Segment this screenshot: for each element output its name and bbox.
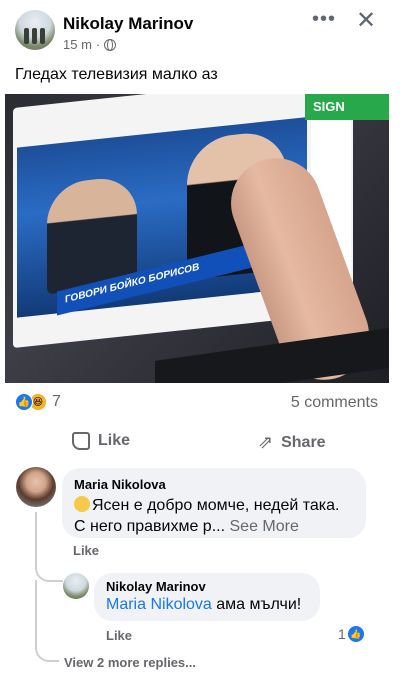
comment-like-button[interactable]: Like <box>73 543 99 558</box>
globe-icon <box>104 38 117 51</box>
more-options-icon[interactable]: ••• <box>312 8 336 31</box>
post-photo[interactable]: ГОВОРИ БОЙКО БОРИСОВ SIGN <box>5 94 389 383</box>
reply-author[interactable]: Nikolay Marinov <box>106 579 308 594</box>
share-button[interactable]: ⇗ Share <box>258 432 326 453</box>
author-avatar[interactable] <box>15 10 55 50</box>
reaction-count: 7 <box>52 393 61 410</box>
like-label: Like <box>98 432 131 449</box>
thread-connector <box>35 512 63 582</box>
post-text: Гледах телевизия малко аз <box>15 66 218 83</box>
thread-connector-lower <box>35 580 59 662</box>
post-header: Nikolay Marinov 15 m · ••• ✕ <box>0 0 400 62</box>
like-button[interactable]: Like <box>72 432 130 450</box>
reactions-summary[interactable]: 👍 😆 7 <box>15 393 61 411</box>
comment-text: Ясен е добро момче, недей така. С него п… <box>74 495 354 537</box>
post-meta: 15 m · <box>63 37 117 52</box>
like-reaction-icon: 👍 <box>15 393 33 411</box>
author-name[interactable]: Nikolay Marinov <box>63 14 193 34</box>
reply-text: Maria Nikolova ама мълчи! <box>106 596 308 614</box>
keyboard-shape <box>155 327 389 383</box>
smirk-emoji-icon <box>74 496 90 512</box>
reply-mention[interactable]: Maria Nikolova <box>106 596 212 613</box>
comment-body: Ясен е добро момче, недей така. С него п… <box>74 497 340 535</box>
commenter-avatar[interactable] <box>16 467 56 507</box>
reply-like-button[interactable]: Like <box>106 628 132 643</box>
meta-separator: · <box>95 37 101 52</box>
reply-bubble: Nikolay Marinov Maria Nikolova ама мълчи… <box>94 573 320 621</box>
sign-banner: SIGN <box>305 94 389 120</box>
view-more-replies-link[interactable]: View 2 more replies... <box>64 655 196 670</box>
action-bar: Like ⇗ Share <box>0 428 400 458</box>
share-label: Share <box>281 433 326 451</box>
thumbs-up-icon <box>72 432 90 450</box>
like-reaction-icon: 👍 <box>347 626 364 642</box>
comment-bubble: Maria Nikolova Ясен е добро момче, недей… <box>62 468 366 538</box>
reply-avatar[interactable] <box>63 573 89 599</box>
reply-like-number: 1 <box>338 626 346 642</box>
see-more-link[interactable]: See More <box>230 518 299 535</box>
comment-author[interactable]: Maria Nikolova <box>74 477 354 492</box>
close-icon[interactable]: ✕ <box>356 6 376 35</box>
comments-count[interactable]: 5 comments <box>291 394 378 412</box>
post-time[interactable]: 15 m <box>63 37 92 52</box>
reply-body: ама мълчи! <box>211 596 302 613</box>
share-arrow-icon: ⇗ <box>258 432 274 452</box>
reply-like-count[interactable]: 1 👍 <box>338 626 364 642</box>
